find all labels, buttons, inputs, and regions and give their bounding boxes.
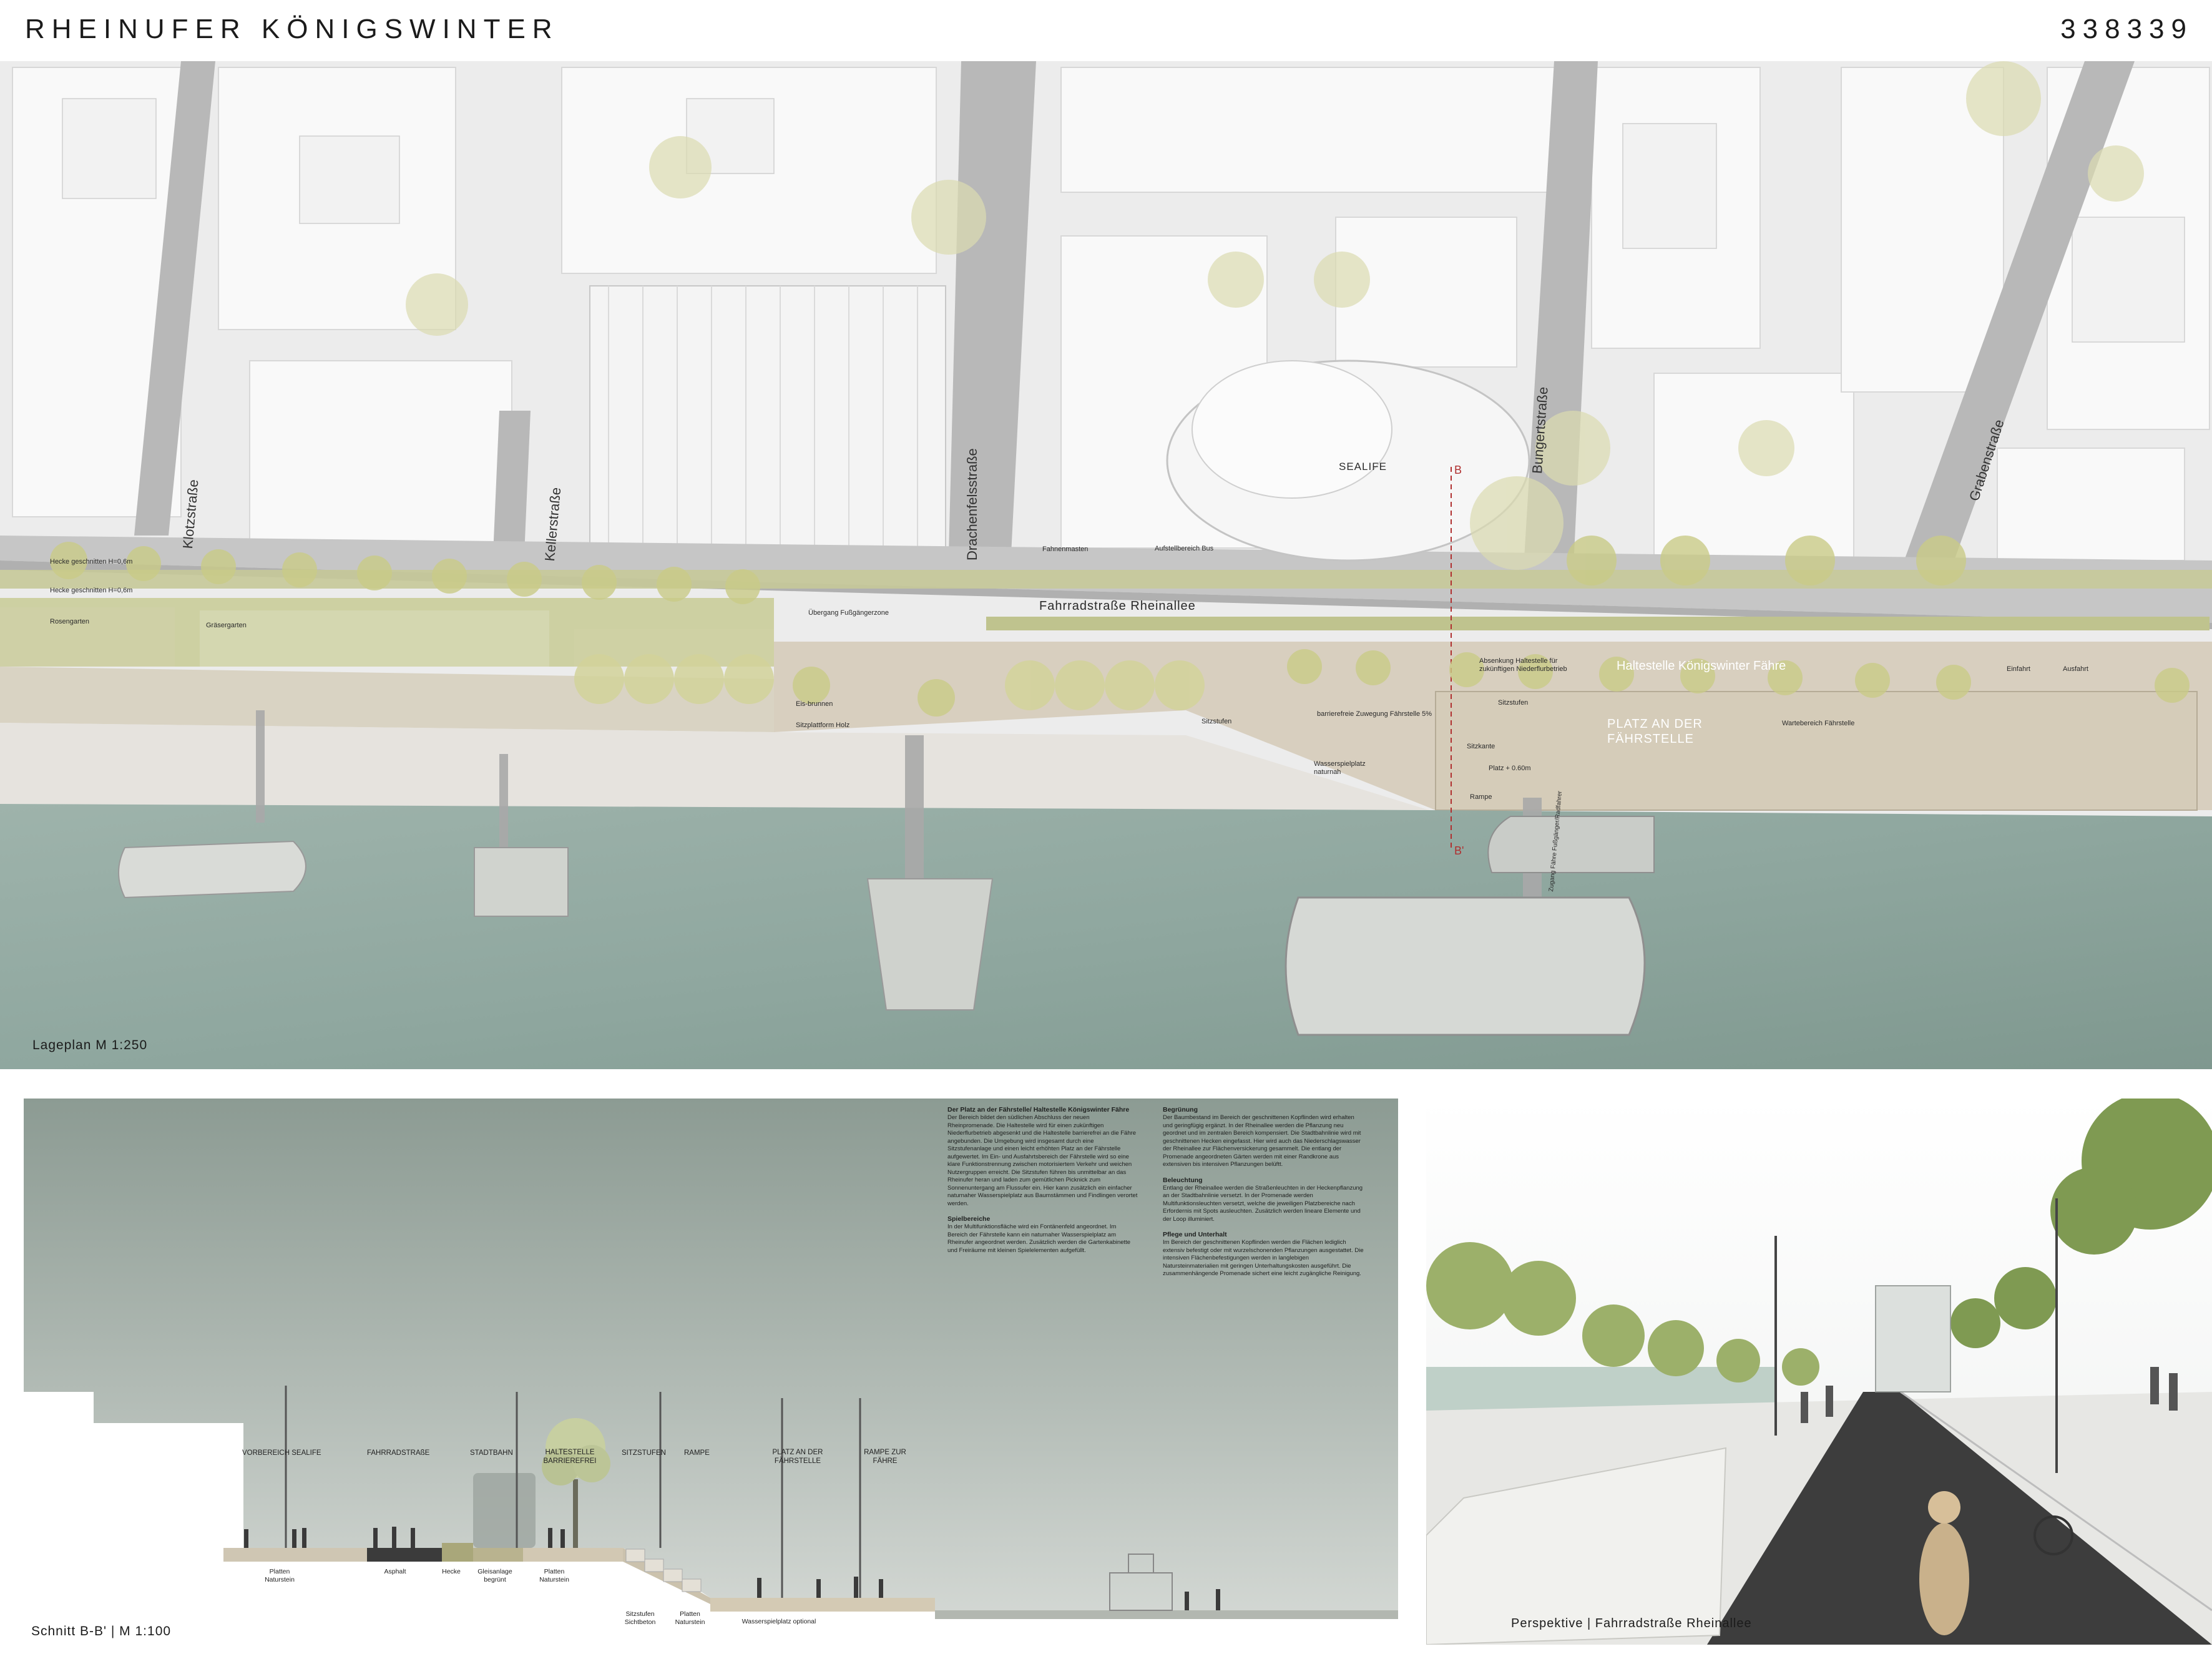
label-sitzkante: Sitzkante	[1467, 743, 1495, 750]
text-body-begruenung: Der Baumbestand im Bereich der geschnitt…	[1163, 1114, 1361, 1168]
text-heading-begruenung: Begrünung	[1163, 1106, 1198, 1113]
perspective-drawing	[1426, 1099, 2212, 1645]
label-sealife: SEALIFE	[1339, 461, 1387, 472]
section-bottom-gleisanlage: Gleisanlage begrünt	[477, 1568, 512, 1583]
section-label-sitzstufen: SITZSTUFEN	[622, 1449, 666, 1457]
street-label-drachen: Drachenfelsstraße	[964, 448, 980, 560]
label-platz-faehrstelle: PLATZ AN DER FÄHRSTELLE	[1607, 717, 1703, 746]
text-body-platz: Der Bereich bildet den südlichen Abschlu…	[947, 1114, 1138, 1207]
text-body-pflege: Im Bereich der geschnittenen Kopflinden …	[1163, 1239, 1364, 1277]
site-plan-drawing	[0, 61, 2212, 1069]
site-plan: Klotzstraße Kellerstraße Drachenfelsstra…	[0, 61, 2212, 1069]
text-heading-spiel: Spielbereiche	[947, 1215, 991, 1223]
label-hecke-1: Hecke geschnitten H=0,6m	[50, 558, 133, 565]
label-ausfahrt: Ausfahrt	[2063, 665, 2088, 673]
label-uebergang: Übergang Fußgängerzone	[808, 609, 889, 617]
text-heading-platz: Der Platz an der Fährstelle/ Haltestelle…	[947, 1106, 1130, 1113]
label-barrierefrei: barrierefreie Zuwegung Fährstelle 5%	[1317, 710, 1432, 718]
section-bottom-platten-2: Platten Naturstein	[539, 1568, 569, 1583]
label-einfahrt: Einfahrt	[2007, 665, 2030, 673]
section-bottom-wasserspiel: Wasserspielplatz optional	[741, 1618, 816, 1625]
section-label-fahrradstrasse: FAHRRADSTRAßE	[367, 1449, 430, 1457]
perspective-panel: Perspektive | Fahrradstraße Rheinallee	[1426, 1099, 2212, 1645]
section-label-rampe-faehre: RAMPE ZUR FÄHRE	[864, 1449, 906, 1465]
section-label-platz: PLATZ AN DER FÄHRSTELLE	[772, 1449, 823, 1465]
label-wasserspielplatz: Wasserspielplatz naturnah	[1314, 760, 1366, 776]
plan-caption: Lageplan M 1:250	[32, 1038, 148, 1052]
text-heading-beleuchtung: Beleuchtung	[1163, 1176, 1203, 1184]
label-platz-height: Platz + 0.60m	[1489, 765, 1531, 772]
section-label-vorbereich: VORBEREICH SEALIFE	[242, 1449, 321, 1457]
text-heading-pflege: Pflege und Unterhalt	[1163, 1231, 1227, 1238]
section-bottom-platten-1: Platten Naturstein	[265, 1568, 295, 1583]
label-hecke-2: Hecke geschnitten H=0,6m	[50, 587, 133, 594]
project-code: 338339	[2060, 14, 2193, 44]
section-label-stadtbahn: STADTBAHN	[470, 1449, 513, 1457]
label-absenkung: Absenkung Haltestelle für zukünftigen Ni…	[1479, 657, 1567, 673]
section-panel: Der Platz an der Fährstelle/ Haltestelle…	[24, 1099, 1398, 1645]
label-section-b-prime: B'	[1454, 844, 1464, 857]
label-section-b: B	[1454, 464, 1462, 476]
perspective-caption: Perspektive | Fahrradstraße Rheinallee	[1511, 1617, 1752, 1630]
text-body-spiel: In der Multifunktionsfläche wird ein Fon…	[947, 1223, 1131, 1254]
section-bottom-platten-3: Platten Naturstein	[675, 1610, 705, 1626]
section-text-column-1: Der Platz an der Fährstelle/ Haltestelle…	[947, 1106, 1138, 1262]
label-sitzstufen-1: Sitzstufen	[1201, 718, 1232, 725]
section-bottom-hecke: Hecke	[442, 1568, 461, 1575]
section-text-column-2: Begrünung Der Baumbestand im Bereich der…	[1163, 1106, 1366, 1286]
label-sitzstufen-2: Sitzstufen	[1498, 699, 1529, 707]
label-fahrradstrasse: Fahrradstraße Rheinallee	[1039, 599, 1196, 613]
label-rosengarten: Rosengarten	[50, 618, 89, 625]
section-caption: Schnitt B-B' | M 1:100	[31, 1624, 172, 1638]
section-bottom-asphalt: Asphalt	[384, 1568, 406, 1575]
label-rampe: Rampe	[1470, 793, 1492, 801]
label-sitzplattform: Sitzplattform Holz	[796, 722, 850, 729]
section-label-rampe: RAMPE	[684, 1449, 710, 1457]
label-eisbrunnen: Eis-brunnen	[796, 700, 833, 708]
label-aufstellbereich: Aufstellbereich Bus	[1155, 545, 1214, 552]
label-haltestelle: Haltestelle Königswinter Fähre	[1617, 659, 1786, 673]
text-body-beleuchtung: Entlang der Rheinallee werden die Straße…	[1163, 1184, 1363, 1223]
label-fahnenmasten: Fahnenmasten	[1042, 546, 1089, 553]
section-bottom-sitzstufen: Sitzstufen Sichtbeton	[624, 1610, 656, 1626]
label-wartebereich: Wartebereich Fährstelle	[1782, 720, 1855, 727]
section-label-haltestelle: HALTESTELLE BARRIEREFREI	[543, 1449, 597, 1465]
page-title: RHEINUFER KÖNIGSWINTER	[25, 14, 559, 44]
label-graesergarten: Gräsergarten	[206, 622, 247, 629]
